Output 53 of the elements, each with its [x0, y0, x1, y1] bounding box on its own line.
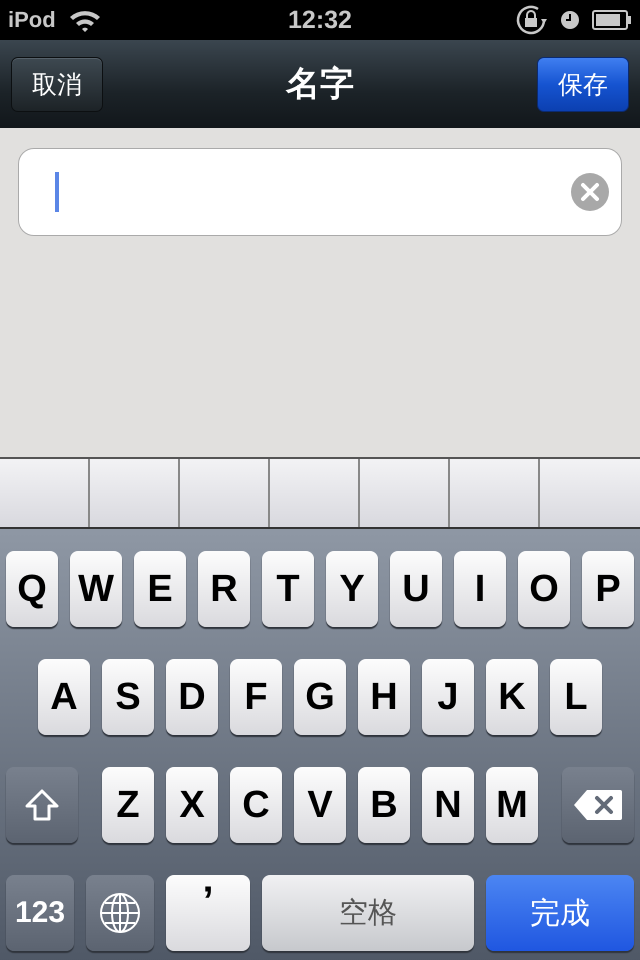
letter-key[interactable]: F — [230, 659, 282, 735]
battery-icon — [592, 10, 632, 30]
letter-key[interactable]: H — [358, 659, 410, 735]
letter-key[interactable]: A — [38, 659, 90, 735]
letter-key[interactable]: Z — [102, 767, 154, 843]
alarm-clock-icon — [560, 10, 580, 30]
globe-key[interactable] — [86, 875, 154, 951]
name-input-field[interactable] — [18, 148, 622, 236]
letter-key[interactable]: X — [166, 767, 218, 843]
letter-key[interactable]: J — [422, 659, 474, 735]
backspace-icon — [573, 789, 623, 821]
space-key[interactable]: 空格 — [262, 875, 474, 951]
letter-key[interactable]: S — [102, 659, 154, 735]
carrier-name: iPod — [8, 7, 56, 33]
clock-time: 12:32 — [288, 6, 352, 34]
wifi-icon — [68, 8, 102, 32]
candidate-slot[interactable] — [270, 459, 358, 527]
nav-title: 名字 — [286, 64, 354, 105]
letter-key[interactable]: L — [550, 659, 602, 735]
letter-key[interactable]: R — [198, 551, 250, 627]
letter-key[interactable]: N — [422, 767, 474, 843]
letter-key[interactable]: P — [582, 551, 634, 627]
candidate-slot[interactable] — [0, 459, 88, 527]
letter-key[interactable]: K — [486, 659, 538, 735]
letter-key[interactable]: W — [70, 551, 122, 627]
globe-icon — [99, 892, 141, 934]
comma-key[interactable]: ’ — [166, 875, 250, 951]
letter-key[interactable]: D — [166, 659, 218, 735]
candidate-slot[interactable] — [360, 459, 448, 527]
done-key[interactable]: 完成 — [486, 875, 634, 951]
letter-key[interactable]: T — [262, 551, 314, 627]
shift-key[interactable] — [6, 767, 78, 843]
letter-key[interactable]: Q — [6, 551, 58, 627]
delete-key[interactable] — [562, 767, 634, 843]
letter-key[interactable]: V — [294, 767, 346, 843]
numbers-key[interactable]: 123 — [6, 875, 74, 951]
shift-icon — [24, 788, 60, 822]
clear-icon[interactable] — [571, 173, 609, 211]
letter-key[interactable]: I — [454, 551, 506, 627]
candidate-slot[interactable] — [180, 459, 268, 527]
letter-key[interactable]: Y — [326, 551, 378, 627]
letter-key[interactable]: C — [230, 767, 282, 843]
letter-key[interactable]: B — [358, 767, 410, 843]
letter-key[interactable]: G — [294, 659, 346, 735]
letter-key[interactable]: M — [486, 767, 538, 843]
rotation-lock-icon — [514, 3, 548, 37]
letter-key[interactable]: U — [390, 551, 442, 627]
candidate-slot[interactable] — [90, 459, 178, 527]
save-button[interactable]: 保存 — [537, 56, 629, 112]
letter-key[interactable]: E — [134, 551, 186, 627]
cancel-button[interactable]: 取消 — [11, 56, 103, 112]
letter-key[interactable]: O — [518, 551, 570, 627]
candidate-slot[interactable] — [450, 459, 538, 527]
